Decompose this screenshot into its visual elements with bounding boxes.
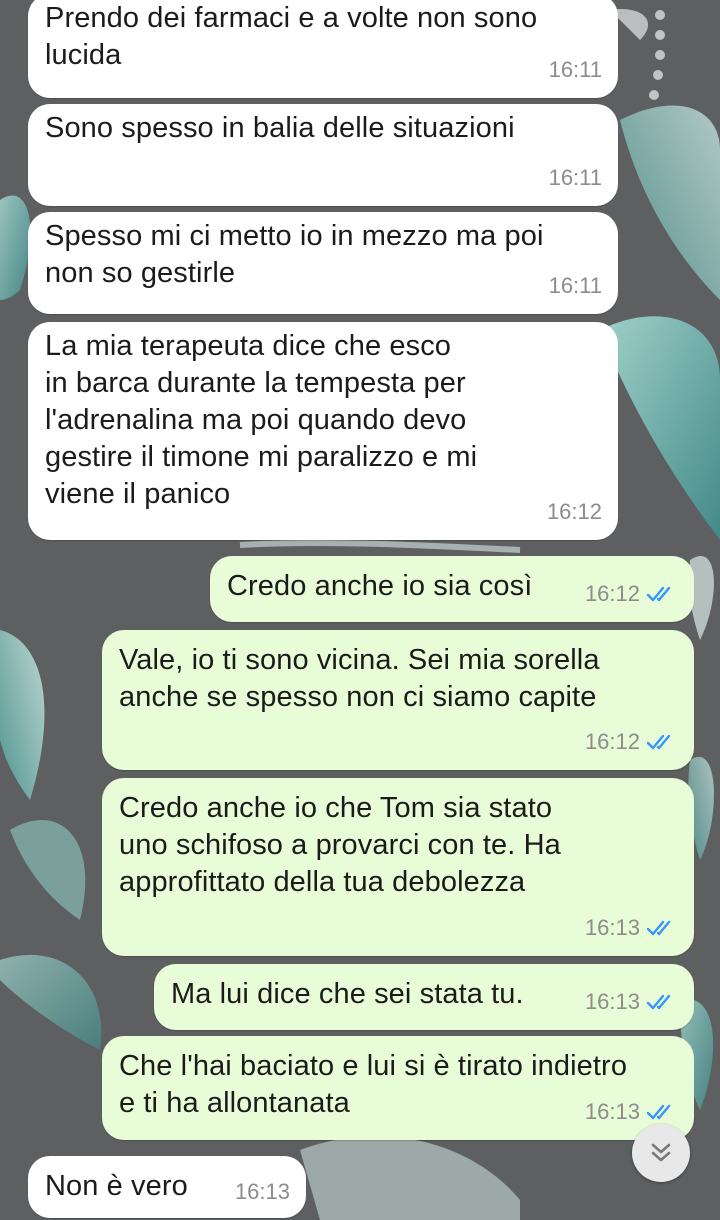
message-meta: 16:12 [585, 723, 678, 760]
scroll-to-bottom-button[interactable] [632, 1124, 690, 1182]
message-timestamp: 16:12 [584, 729, 640, 754]
read-receipt-icon [646, 1104, 671, 1119]
message-meta: 16:12 [585, 575, 678, 612]
read-receipt-icon [646, 994, 671, 1009]
message-timestamp: 16:12 [584, 581, 640, 606]
message-timestamp: 16:13 [584, 989, 640, 1014]
message-outgoing[interactable]: Vale, io ti sono vicina. Sei mia sorella… [102, 630, 694, 770]
message-timestamp: 16:11 [548, 273, 602, 298]
message-timestamp: 16:13 [584, 915, 640, 940]
message-timestamp: 16:11 [548, 57, 602, 82]
message-incoming[interactable]: Prendo dei farmaci e a volte non sono lu… [28, 0, 618, 98]
message-text: Prendo dei farmaci e a volte non sono lu… [45, 2, 538, 71]
message-meta: 16:11 [549, 267, 602, 304]
message-text: Sono spesso in balia delle situazioni [45, 112, 515, 144]
message-meta: 16:13 [585, 983, 678, 1020]
read-receipt-icon [646, 586, 671, 601]
message-text: La mia terapeuta dice che esco in barca … [45, 330, 478, 510]
message-outgoing[interactable]: Che l'hai baciato e lui si è tirato indi… [102, 1036, 694, 1140]
double-chevron-down-icon [651, 1143, 671, 1162]
message-timestamp: 16:12 [546, 499, 602, 524]
message-text: Vale, io ti sono vicina. Sei mia sorella… [119, 644, 600, 713]
message-timestamp: 16:11 [548, 165, 602, 190]
message-outgoing[interactable]: Credo anche io sia così 16:12 [210, 556, 694, 622]
message-outgoing[interactable]: Credo anche io che Tom sia stato uno sch… [102, 778, 694, 956]
message-timestamp: 16:13 [234, 1179, 290, 1204]
message-incoming[interactable]: La mia terapeuta dice che esco in barca … [28, 322, 618, 540]
message-meta: 16:11 [549, 51, 602, 88]
message-meta: 16:11 [549, 159, 602, 196]
message-outgoing[interactable]: Ma lui dice che sei stata tu. 16:13 [154, 964, 694, 1030]
read-receipt-icon [646, 734, 671, 749]
message-meta: 16:12 [547, 493, 602, 530]
message-incoming[interactable]: Sono spesso in balia delle situazioni 16… [28, 104, 618, 206]
message-timestamp: 16:13 [584, 1099, 640, 1124]
message-text: Spesso mi ci metto io in mezzo ma poi no… [45, 220, 544, 289]
message-text: Credo anche io che Tom sia stato uno sch… [119, 792, 561, 898]
read-receipt-icon [646, 920, 671, 935]
message-incoming[interactable]: Non è vero 16:13 [28, 1156, 306, 1218]
message-meta: 16:13 [585, 909, 678, 946]
message-incoming[interactable]: Spesso mi ci metto io in mezzo ma poi no… [28, 212, 618, 314]
message-meta: 16:13 [235, 1173, 290, 1210]
